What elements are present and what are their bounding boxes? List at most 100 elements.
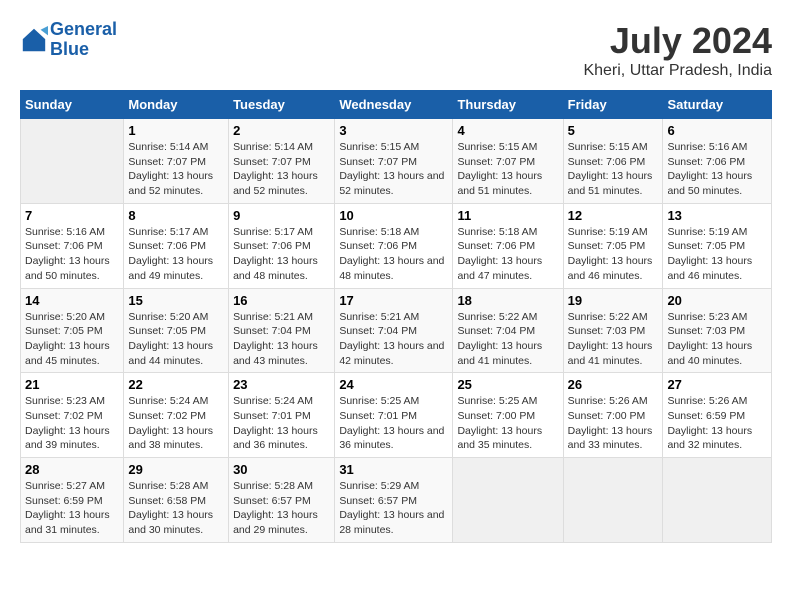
day-info: Sunrise: 5:24 AMSunset: 7:02 PMDaylight:… — [128, 395, 213, 451]
day-info: Sunrise: 5:15 AMSunset: 7:06 PMDaylight:… — [568, 141, 653, 197]
calendar-cell: 22 Sunrise: 5:24 AMSunset: 7:02 PMDaylig… — [124, 373, 229, 458]
day-info: Sunrise: 5:20 AMSunset: 7:05 PMDaylight:… — [25, 311, 110, 367]
day-info: Sunrise: 5:24 AMSunset: 7:01 PMDaylight:… — [233, 395, 318, 451]
header-sunday: Sunday — [21, 91, 124, 119]
calendar-week-5: 28 Sunrise: 5:27 AMSunset: 6:59 PMDaylig… — [21, 458, 772, 543]
calendar-cell: 23 Sunrise: 5:24 AMSunset: 7:01 PMDaylig… — [229, 373, 335, 458]
calendar-cell: 6 Sunrise: 5:16 AMSunset: 7:06 PMDayligh… — [663, 119, 772, 204]
calendar-cell: 18 Sunrise: 5:22 AMSunset: 7:04 PMDaylig… — [453, 288, 563, 373]
subtitle: Kheri, Uttar Pradesh, India — [583, 62, 772, 80]
day-info: Sunrise: 5:18 AMSunset: 7:06 PMDaylight:… — [457, 226, 542, 282]
day-info: Sunrise: 5:22 AMSunset: 7:04 PMDaylight:… — [457, 311, 542, 367]
day-number: 28 — [25, 462, 119, 477]
day-number: 25 — [457, 377, 558, 392]
day-number: 14 — [25, 293, 119, 308]
day-number: 27 — [667, 377, 767, 392]
header-row: Sunday Monday Tuesday Wednesday Thursday… — [21, 91, 772, 119]
day-number: 6 — [667, 123, 767, 138]
page-header: General Blue July 2024 Kheri, Uttar Prad… — [20, 20, 772, 80]
day-number: 29 — [128, 462, 224, 477]
day-number: 1 — [128, 123, 224, 138]
calendar-cell: 14 Sunrise: 5:20 AMSunset: 7:05 PMDaylig… — [21, 288, 124, 373]
title-block: July 2024 Kheri, Uttar Pradesh, India — [583, 20, 772, 80]
day-info: Sunrise: 5:16 AMSunset: 7:06 PMDaylight:… — [25, 226, 110, 282]
day-number: 24 — [339, 377, 448, 392]
calendar-cell: 5 Sunrise: 5:15 AMSunset: 7:06 PMDayligh… — [563, 119, 663, 204]
logo: General Blue — [20, 20, 117, 60]
day-info: Sunrise: 5:28 AMSunset: 6:58 PMDaylight:… — [128, 480, 213, 536]
day-number: 11 — [457, 208, 558, 223]
calendar-cell: 3 Sunrise: 5:15 AMSunset: 7:07 PMDayligh… — [335, 119, 453, 204]
calendar-cell: 31 Sunrise: 5:29 AMSunset: 6:57 PMDaylig… — [335, 458, 453, 543]
calendar-cell: 8 Sunrise: 5:17 AMSunset: 7:06 PMDayligh… — [124, 203, 229, 288]
day-info: Sunrise: 5:28 AMSunset: 6:57 PMDaylight:… — [233, 480, 318, 536]
day-number: 20 — [667, 293, 767, 308]
day-info: Sunrise: 5:15 AMSunset: 7:07 PMDaylight:… — [457, 141, 542, 197]
day-number: 21 — [25, 377, 119, 392]
day-number: 13 — [667, 208, 767, 223]
day-info: Sunrise: 5:17 AMSunset: 7:06 PMDaylight:… — [233, 226, 318, 282]
day-info: Sunrise: 5:20 AMSunset: 7:05 PMDaylight:… — [128, 311, 213, 367]
logo-line2: Blue — [50, 39, 89, 59]
calendar-cell: 11 Sunrise: 5:18 AMSunset: 7:06 PMDaylig… — [453, 203, 563, 288]
day-number: 10 — [339, 208, 448, 223]
day-info: Sunrise: 5:27 AMSunset: 6:59 PMDaylight:… — [25, 480, 110, 536]
calendar-cell: 29 Sunrise: 5:28 AMSunset: 6:58 PMDaylig… — [124, 458, 229, 543]
calendar-cell: 30 Sunrise: 5:28 AMSunset: 6:57 PMDaylig… — [229, 458, 335, 543]
day-number: 3 — [339, 123, 448, 138]
day-info: Sunrise: 5:14 AMSunset: 7:07 PMDaylight:… — [128, 141, 213, 197]
header-tuesday: Tuesday — [229, 91, 335, 119]
day-number: 17 — [339, 293, 448, 308]
logo-icon — [20, 26, 48, 54]
calendar-week-3: 14 Sunrise: 5:20 AMSunset: 7:05 PMDaylig… — [21, 288, 772, 373]
calendar-cell — [663, 458, 772, 543]
calendar-cell: 9 Sunrise: 5:17 AMSunset: 7:06 PMDayligh… — [229, 203, 335, 288]
day-info: Sunrise: 5:29 AMSunset: 6:57 PMDaylight:… — [339, 480, 444, 536]
calendar-cell: 17 Sunrise: 5:21 AMSunset: 7:04 PMDaylig… — [335, 288, 453, 373]
calendar-cell — [21, 119, 124, 204]
day-number: 7 — [25, 208, 119, 223]
day-number: 26 — [568, 377, 659, 392]
header-saturday: Saturday — [663, 91, 772, 119]
day-number: 4 — [457, 123, 558, 138]
day-info: Sunrise: 5:21 AMSunset: 7:04 PMDaylight:… — [233, 311, 318, 367]
calendar-cell — [453, 458, 563, 543]
day-info: Sunrise: 5:19 AMSunset: 7:05 PMDaylight:… — [667, 226, 752, 282]
day-number: 18 — [457, 293, 558, 308]
calendar-cell: 10 Sunrise: 5:18 AMSunset: 7:06 PMDaylig… — [335, 203, 453, 288]
day-number: 23 — [233, 377, 330, 392]
main-title: July 2024 — [583, 20, 772, 62]
calendar-cell: 12 Sunrise: 5:19 AMSunset: 7:05 PMDaylig… — [563, 203, 663, 288]
day-info: Sunrise: 5:17 AMSunset: 7:06 PMDaylight:… — [128, 226, 213, 282]
day-number: 22 — [128, 377, 224, 392]
calendar-cell: 26 Sunrise: 5:26 AMSunset: 7:00 PMDaylig… — [563, 373, 663, 458]
day-info: Sunrise: 5:25 AMSunset: 7:00 PMDaylight:… — [457, 395, 542, 451]
day-info: Sunrise: 5:26 AMSunset: 6:59 PMDaylight:… — [667, 395, 752, 451]
calendar-week-1: 1 Sunrise: 5:14 AMSunset: 7:07 PMDayligh… — [21, 119, 772, 204]
calendar-cell: 13 Sunrise: 5:19 AMSunset: 7:05 PMDaylig… — [663, 203, 772, 288]
header-thursday: Thursday — [453, 91, 563, 119]
day-info: Sunrise: 5:16 AMSunset: 7:06 PMDaylight:… — [667, 141, 752, 197]
calendar-week-2: 7 Sunrise: 5:16 AMSunset: 7:06 PMDayligh… — [21, 203, 772, 288]
day-number: 12 — [568, 208, 659, 223]
day-info: Sunrise: 5:23 AMSunset: 7:03 PMDaylight:… — [667, 311, 752, 367]
calendar-cell — [563, 458, 663, 543]
day-number: 8 — [128, 208, 224, 223]
calendar-cell: 16 Sunrise: 5:21 AMSunset: 7:04 PMDaylig… — [229, 288, 335, 373]
day-info: Sunrise: 5:19 AMSunset: 7:05 PMDaylight:… — [568, 226, 653, 282]
calendar-body: 1 Sunrise: 5:14 AMSunset: 7:07 PMDayligh… — [21, 119, 772, 543]
calendar-cell: 20 Sunrise: 5:23 AMSunset: 7:03 PMDaylig… — [663, 288, 772, 373]
day-number: 19 — [568, 293, 659, 308]
day-number: 2 — [233, 123, 330, 138]
logo-text: General Blue — [50, 20, 117, 60]
calendar-week-4: 21 Sunrise: 5:23 AMSunset: 7:02 PMDaylig… — [21, 373, 772, 458]
calendar-cell: 21 Sunrise: 5:23 AMSunset: 7:02 PMDaylig… — [21, 373, 124, 458]
calendar-cell: 2 Sunrise: 5:14 AMSunset: 7:07 PMDayligh… — [229, 119, 335, 204]
calendar-table: Sunday Monday Tuesday Wednesday Thursday… — [20, 90, 772, 543]
calendar-cell: 25 Sunrise: 5:25 AMSunset: 7:00 PMDaylig… — [453, 373, 563, 458]
day-info: Sunrise: 5:23 AMSunset: 7:02 PMDaylight:… — [25, 395, 110, 451]
day-info: Sunrise: 5:14 AMSunset: 7:07 PMDaylight:… — [233, 141, 318, 197]
header-friday: Friday — [563, 91, 663, 119]
calendar-cell: 28 Sunrise: 5:27 AMSunset: 6:59 PMDaylig… — [21, 458, 124, 543]
day-info: Sunrise: 5:25 AMSunset: 7:01 PMDaylight:… — [339, 395, 444, 451]
